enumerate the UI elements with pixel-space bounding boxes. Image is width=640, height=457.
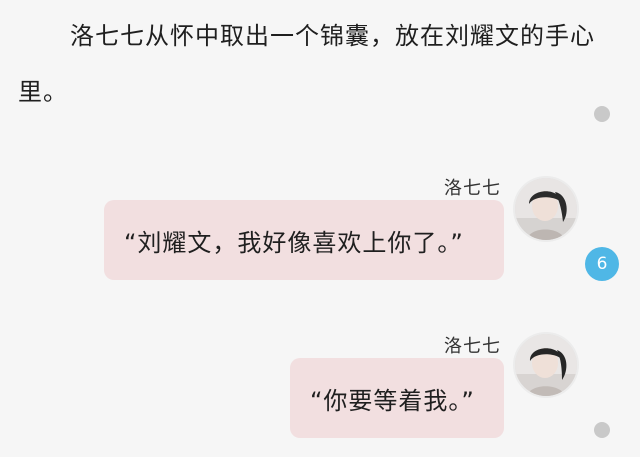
sender-name: 洛七七 [444,178,501,199]
paragraph-comment-dot[interactable] [594,106,610,122]
comment-count-badge[interactable]: 6 [585,247,619,281]
avatar[interactable] [515,334,577,396]
message-text: “你要等着我。” [310,386,475,415]
avatar[interactable] [515,178,577,240]
avatar-image [515,178,577,240]
message-text: “刘耀文，我好像喜欢上你了。” [124,228,464,257]
avatar-image [515,334,577,396]
chat-bubble: “你要等着我。” [290,358,504,438]
sender-name: 洛七七 [444,336,501,357]
paragraph-comment-dot[interactable] [594,422,610,438]
narration-text: 洛七七从怀中取出一个锦囊，放在刘耀文的手心里。 [18,8,598,120]
chat-bubble: “刘耀文，我好像喜欢上你了。” [104,200,504,280]
narration-content: 洛七七从怀中取出一个锦囊，放在刘耀文的手心里。 [18,22,595,106]
